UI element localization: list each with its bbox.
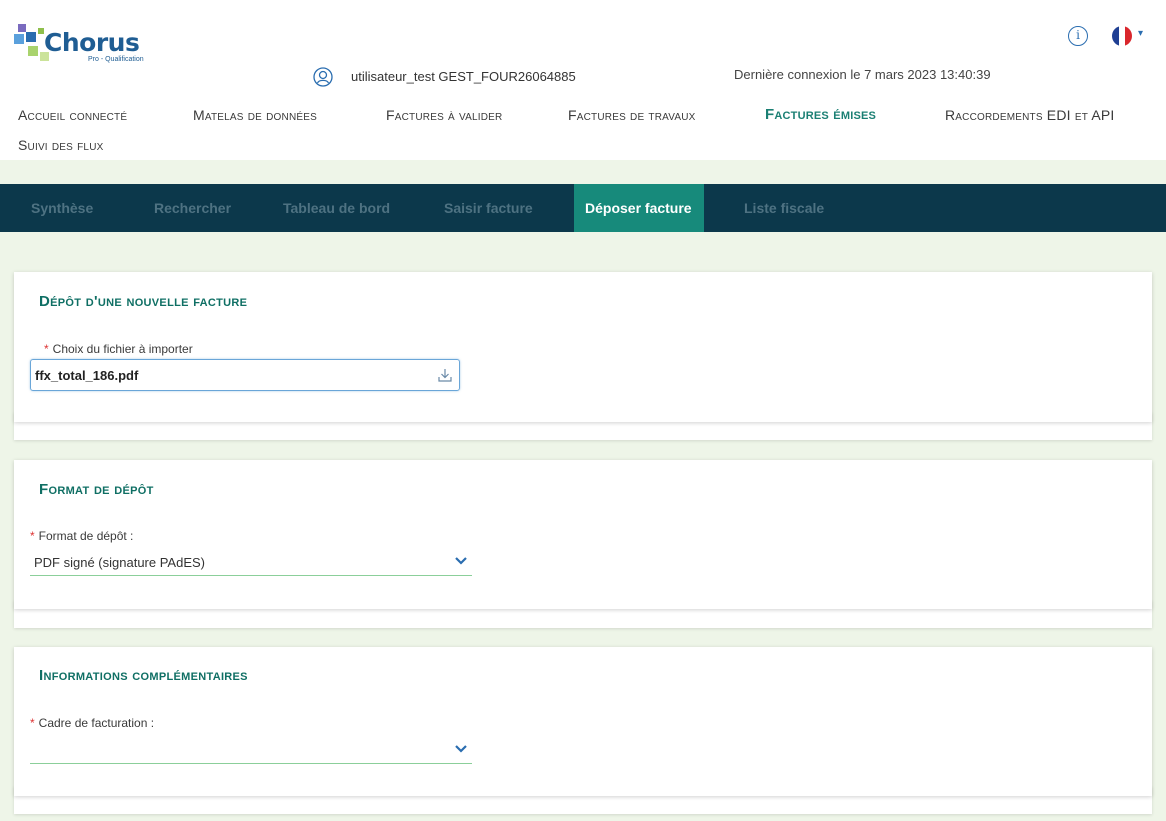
sub-nav: Synthèse Rechercher Tableau de bord Sais… <box>0 184 1166 232</box>
french-flag-icon[interactable] <box>1112 26 1132 46</box>
logo-text: Chorus <box>44 28 140 57</box>
tab-saisir-facture[interactable]: Saisir facture <box>444 184 533 232</box>
format-select-value: PDF signé (signature PAdES) <box>34 555 205 570</box>
required-marker: * <box>44 342 49 356</box>
user-icon[interactable] <box>313 67 333 87</box>
file-label: * Choix du fichier à importer <box>44 342 193 356</box>
nav-accueil-connecte[interactable]: Accueil connecté <box>18 107 127 123</box>
format-label: * Format de dépôt : <box>30 529 133 543</box>
nav-raccordements-edi-api[interactable]: Raccordements EDI et API <box>945 107 1115 123</box>
last-login: Dernière connexion le 7 mars 2023 13:40:… <box>734 67 991 82</box>
nav-factures-a-valider[interactable]: Factures à valider <box>386 107 502 123</box>
chevron-down-icon[interactable] <box>454 556 468 566</box>
format-label-text: Format de dépôt : <box>38 529 134 543</box>
format-select[interactable]: PDF signé (signature PAdES) <box>30 548 472 576</box>
depot-title: Dépôt d'une nouvelle facture <box>39 293 248 310</box>
file-label-text: Choix du fichier à importer <box>52 342 193 356</box>
tab-synthese[interactable]: Synthèse <box>31 184 93 232</box>
file-input[interactable]: ffx_total_186.pdf <box>30 359 460 391</box>
cadre-label: * Cadre de facturation : <box>30 716 154 730</box>
infos-card: Informations complémentaires * Cadre de f… <box>14 647 1152 796</box>
format-title: Format de dépôt <box>39 481 154 498</box>
cadre-select[interactable] <box>30 736 472 764</box>
nav-suivi-des-flux[interactable]: Suivi des flux <box>18 137 104 153</box>
required-marker: * <box>30 529 35 543</box>
format-card: Format de dépôt * Format de dépôt : PDF s… <box>14 460 1152 609</box>
app-header: Chorus Pro - Qualification i ▾ utilisate… <box>0 0 1166 160</box>
required-marker: * <box>30 716 35 730</box>
tab-deposer-facture[interactable]: Déposer facture <box>574 184 704 232</box>
nav-factures-de-travaux[interactable]: Factures de travaux <box>568 107 696 123</box>
chevron-down-icon[interactable] <box>454 744 468 754</box>
tab-liste-fiscale[interactable]: Liste fiscale <box>744 184 824 232</box>
info-icon[interactable]: i <box>1068 26 1088 46</box>
download-icon[interactable] <box>437 367 453 383</box>
nav-matelas-de-donnees[interactable]: Matelas de données <box>193 107 317 123</box>
user-name: utilisateur_test GEST_FOUR26064885 <box>351 69 576 84</box>
logo-subtitle: Pro - Qualification <box>88 56 144 63</box>
tab-tableau-de-bord[interactable]: Tableau de bord <box>283 184 390 232</box>
tab-rechercher[interactable]: Rechercher <box>154 184 231 232</box>
nav-factures-emises[interactable]: Factures émises <box>765 106 876 123</box>
file-input-value: ffx_total_186.pdf <box>35 368 139 383</box>
depot-card: Dépôt d'une nouvelle facture * Choix du f… <box>14 272 1152 422</box>
cadre-label-text: Cadre de facturation : <box>38 716 155 730</box>
infos-title: Informations complémentaires <box>39 667 248 684</box>
chorus-logo[interactable]: Chorus Pro - Qualification <box>14 22 164 68</box>
language-caret-icon[interactable]: ▾ <box>1138 28 1143 39</box>
